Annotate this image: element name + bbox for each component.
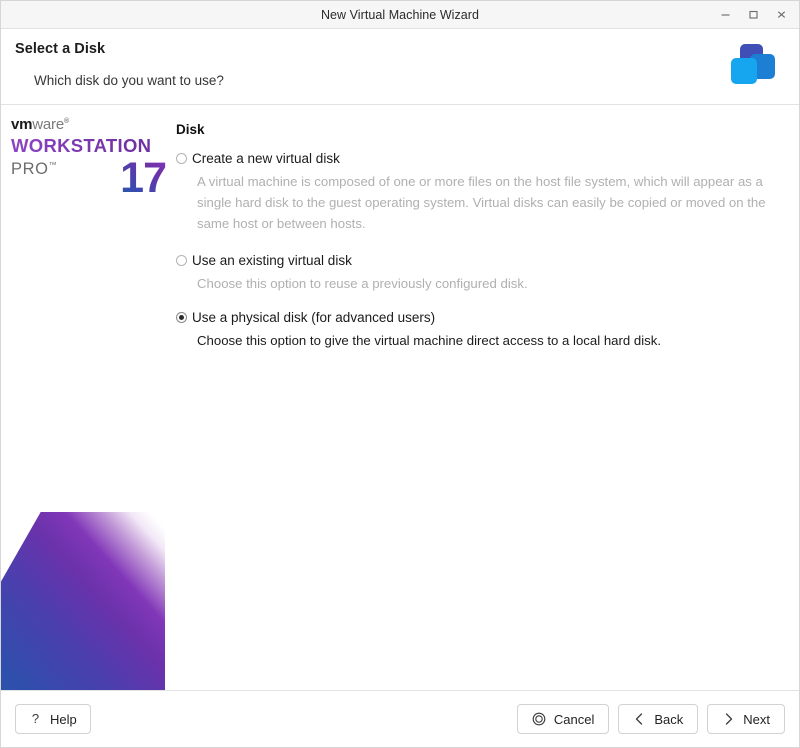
chevron-right-icon (722, 712, 735, 726)
option-row[interactable]: Create a new virtual disk (176, 149, 779, 168)
cube-front-shape (731, 58, 757, 84)
stop-circle-icon (532, 712, 546, 726)
vmware-wordmark-vm: vm (11, 116, 33, 133)
title-bar: New Virtual Machine Wizard (1, 1, 799, 29)
product-version: 17 (120, 154, 167, 202)
cancel-button-label: Cancel (553, 711, 595, 727)
option-label: Use a physical disk (for advanced users) (192, 310, 436, 325)
next-button-label: Next (743, 711, 770, 727)
option-use-existing-virtual-disk[interactable]: Use an existing virtual disk Choose this… (176, 251, 779, 294)
window-controls (711, 1, 795, 28)
cancel-button[interactable]: Cancel (516, 704, 610, 734)
window-title: New Virtual Machine Wizard (320, 7, 480, 22)
chevron-left-icon (633, 712, 646, 726)
wizard-body: vmware® WORKSTATION PRO™ 17 Disk Create … (1, 105, 799, 690)
vmware-wordmark-ware: ware (32, 116, 64, 133)
wizard-content: Disk Create a new virtual disk A virtual… (176, 105, 799, 690)
back-button[interactable]: Back (618, 704, 699, 734)
minimize-button[interactable] (711, 4, 739, 26)
next-button[interactable]: Next (707, 704, 785, 734)
close-button[interactable] (767, 4, 795, 26)
option-description: A virtual machine is composed of one or … (197, 174, 766, 231)
question-mark-icon: ? (29, 712, 42, 726)
option-label: Create a new virtual disk (192, 151, 340, 166)
branding-sidebar: vmware® WORKSTATION PRO™ 17 (1, 105, 176, 690)
maximize-button[interactable] (739, 4, 767, 26)
disk-group-title: Disk (176, 122, 205, 137)
option-description: Choose this option to give the virtual m… (197, 333, 662, 348)
trademark-mark: ™ (48, 160, 58, 169)
help-button[interactable]: ? Help (15, 704, 91, 734)
registered-mark: ® (64, 118, 69, 125)
help-button-label: Help (50, 711, 77, 727)
footer-left-actions: ? Help (15, 704, 91, 734)
option-use-physical-disk[interactable]: Use a physical disk (for advanced users)… (176, 308, 779, 351)
radio-create-new-virtual-disk[interactable] (176, 153, 187, 164)
vmware-cubes-icon (731, 44, 779, 90)
decorative-gradient-shape (1, 512, 165, 690)
option-row[interactable]: Use a physical disk (for advanced users) (176, 308, 779, 327)
vmware-wordmark: vmware® (11, 117, 171, 132)
option-create-new-virtual-disk[interactable]: Create a new virtual disk A virtual mach… (176, 149, 779, 234)
product-name: WORKSTATION (11, 136, 171, 156)
option-label: Use an existing virtual disk (192, 253, 352, 268)
minimize-icon (720, 9, 731, 20)
wizard-footer: ? Help Cancel Back Next (1, 690, 799, 747)
close-icon (776, 9, 787, 20)
footer-right-actions: Cancel Back Next (516, 704, 785, 734)
back-button-label: Back (654, 711, 684, 727)
radio-use-physical-disk[interactable] (176, 312, 187, 323)
option-row[interactable]: Use an existing virtual disk (176, 251, 779, 270)
page-subtitle: Which disk do you want to use? (34, 73, 224, 88)
product-edition-label: PRO (11, 159, 49, 178)
page-title: Select a Disk (15, 41, 106, 57)
svg-text:?: ? (32, 712, 39, 726)
wizard-window: New Virtual Machine Wizard Select a Disk… (0, 0, 800, 748)
wizard-header: Select a Disk Which disk do you want to … (1, 29, 799, 105)
option-description: Choose this option to reuse a previously… (197, 276, 528, 291)
radio-use-existing-virtual-disk[interactable] (176, 255, 187, 266)
maximize-icon (748, 9, 759, 20)
